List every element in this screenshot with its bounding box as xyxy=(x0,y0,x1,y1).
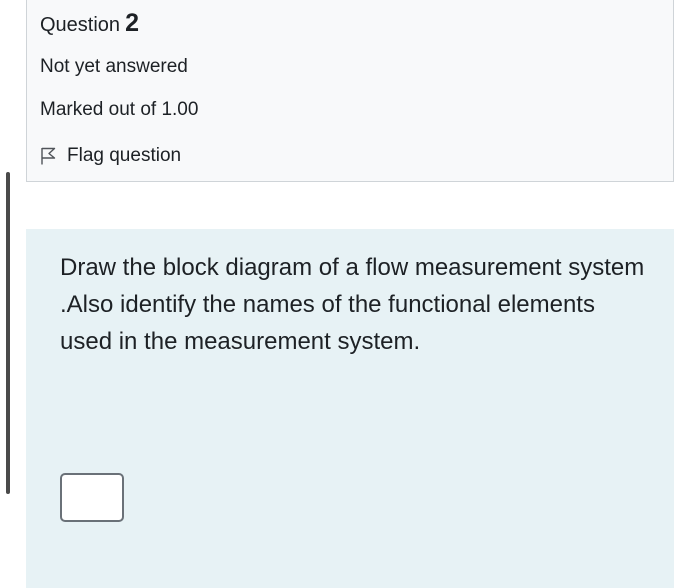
flag-question-label: Flag question xyxy=(67,145,182,166)
answer-input-box[interactable] xyxy=(60,473,124,522)
question-text: Draw the block diagram of a flow measure… xyxy=(60,254,645,355)
question-number: 2 xyxy=(125,9,139,37)
flag-icon[interactable] xyxy=(40,147,56,165)
quiz-page: Question 2 Not yet answered Marked out of… xyxy=(0,0,700,588)
question-label: Question xyxy=(40,14,121,36)
question-state: Not yet answered xyxy=(40,56,188,77)
question-content-panel: Draw the block diagram of a flow measure… xyxy=(26,229,674,588)
question-heading: Question 2 xyxy=(40,9,139,39)
question-grade: Marked out of 1.00 xyxy=(40,99,199,120)
scrollbar[interactable] xyxy=(6,172,10,494)
flag-question-button[interactable]: Flag question xyxy=(40,143,181,169)
question-info-panel: Question 2 Not yet answered Marked out of… xyxy=(26,0,674,182)
